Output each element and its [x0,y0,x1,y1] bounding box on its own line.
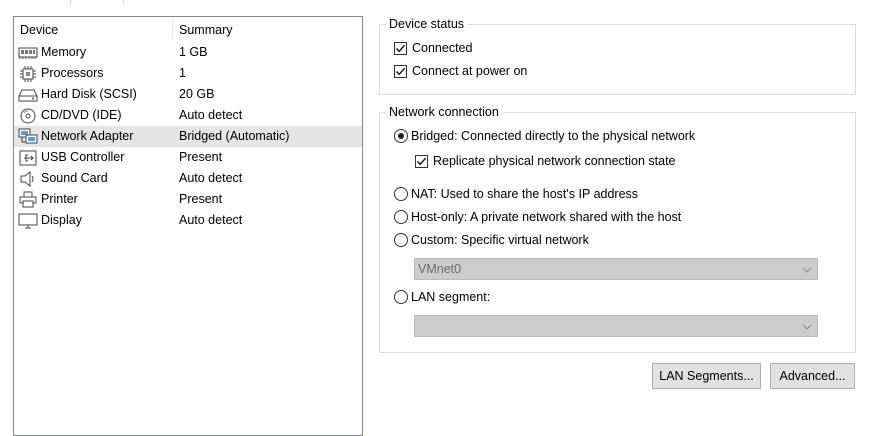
usb-icon [18,149,38,166]
network-connection-title: Network connection [386,104,502,120]
column-separator[interactable] [172,17,173,39]
device-row-usb-controller[interactable]: USB Controller Present [14,147,362,168]
column-header-device[interactable]: Device [20,23,58,37]
lan-segments-button[interactable]: LAN Segments... [652,363,761,389]
device-list[interactable]: Device Summary Memory 1 GB Processors 1 … [13,16,363,436]
device-summary: Bridged (Automatic) [179,129,290,143]
display-icon [18,212,38,229]
connected-label: Connected [412,41,473,55]
replicate-state-checkbox[interactable]: Replicate physical network connection st… [415,154,676,168]
device-summary: Auto detect [179,213,243,227]
device-summary: Present [179,192,223,206]
advanced-button[interactable]: Advanced... [770,363,855,389]
connected-checkbox[interactable]: Connected [394,41,472,55]
device-row-processors[interactable]: Processors 1 [14,63,362,84]
lan-segment-dropdown[interactable] [414,315,818,337]
connect-at-power-on-checkbox[interactable]: Connect at power on [394,64,527,78]
radio-dot[interactable] [394,290,408,304]
device-name: USB Controller [41,150,125,164]
checkbox-box[interactable] [394,41,407,55]
checkbox-box[interactable] [415,154,428,168]
device-name: Processors [41,66,104,80]
vmnet-dropdown[interactable]: VMnet0 [414,258,818,280]
replicate-state-label: Replicate physical network connection st… [433,154,676,168]
device-name: Network Adapter [41,129,134,143]
device-row-network-adapter[interactable]: Network Adapter Bridged (Automatic) [14,126,362,147]
radio-dot[interactable] [394,187,408,201]
host-only-radio[interactable]: Host-only: A private network shared with… [394,210,681,224]
printer-icon [18,191,38,208]
device-name: Hard Disk (SCSI) [41,87,137,101]
host-only-label: Host-only: A private network shared with… [411,210,682,224]
device-row-printer[interactable]: Printer Present [14,189,362,210]
device-name: CD/DVD (IDE) [41,108,122,122]
custom-radio[interactable]: Custom: Specific virtual network [394,233,589,247]
lan-segment-radio[interactable]: LAN segment: [394,290,490,304]
device-status-group: Device status [379,16,856,95]
column-header-summary[interactable]: Summary [179,23,232,37]
device-row-sound-card[interactable]: Sound Card Auto detect [14,168,362,189]
processor-icon [18,65,38,82]
nat-radio[interactable]: NAT: Used to share the host's IP address [394,187,638,201]
lan-segment-label: LAN segment: [411,290,491,304]
device-summary: 1 [179,66,186,80]
tab-edge [70,0,124,4]
device-summary: 1 GB [179,45,208,59]
device-row-memory[interactable]: Memory 1 GB [14,42,362,63]
device-status-title: Device status [386,16,468,32]
sound-card-icon [18,170,38,187]
device-name: Memory [41,45,87,59]
hard-disk-icon [18,86,38,103]
device-name: Printer [41,192,78,206]
cd-dvd-icon [18,107,38,124]
memory-icon [18,44,38,61]
chevron-down-icon [802,264,812,278]
device-row-hard-disk[interactable]: Hard Disk (SCSI) 20 GB [14,84,362,105]
radio-dot[interactable] [394,210,408,224]
device-summary: Present [179,150,223,164]
radio-dot[interactable] [394,233,408,247]
device-row-cd-dvd[interactable]: CD/DVD (IDE) Auto detect [14,105,362,126]
device-summary: Auto detect [179,108,243,122]
device-summary: 20 GB [179,87,215,101]
network-adapter-icon [18,128,38,145]
custom-label: Custom: Specific virtual network [411,233,589,247]
device-name: Sound Card [41,171,108,185]
chevron-down-icon [802,321,812,335]
device-name: Display [41,213,82,227]
checkbox-box[interactable] [394,64,407,78]
nat-label: NAT: Used to share the host's IP address [411,187,639,201]
device-row-display[interactable]: Display Auto detect [14,210,362,231]
vmnet-value: VMnet0 [418,262,462,276]
radio-dot[interactable] [394,129,408,143]
device-list-header: Device Summary [14,17,362,41]
device-summary: Auto detect [179,171,243,185]
bridged-label: Bridged: Connected directly to the physi… [411,129,696,143]
bridged-radio[interactable]: Bridged: Connected directly to the physi… [394,129,695,143]
connect-at-power-on-label: Connect at power on [412,64,528,78]
